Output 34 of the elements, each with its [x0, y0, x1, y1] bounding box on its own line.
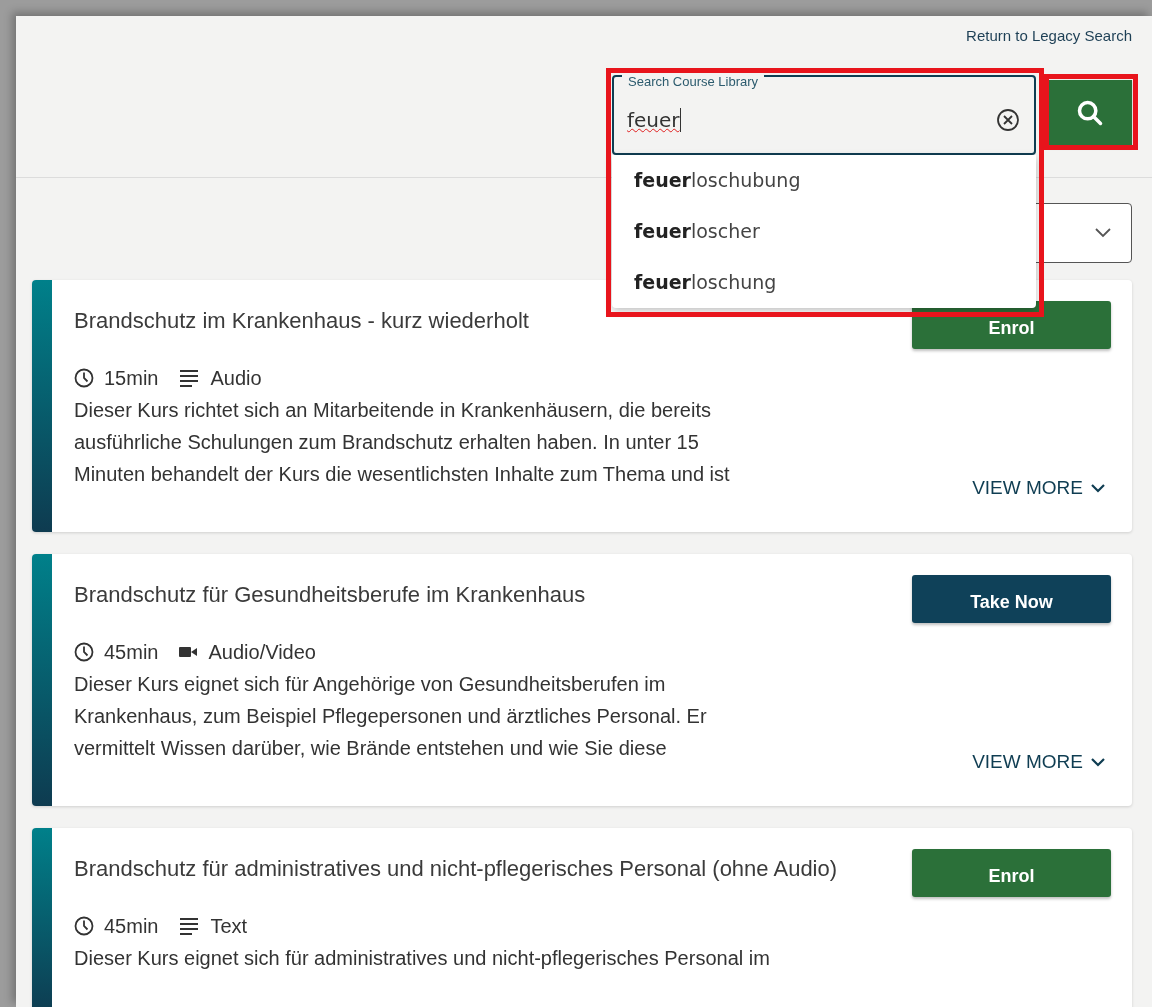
- search-field[interactable]: Search Course Library feuer: [612, 75, 1036, 155]
- clock-icon: [74, 368, 94, 388]
- media-type-text: Audio: [210, 366, 262, 390]
- course-title: Brandschutz für Gesundheitsberufe im Krankenhaus: [74, 581, 587, 609]
- lines-icon: [178, 369, 201, 387]
- video-camera-icon: [178, 645, 199, 659]
- view-more-button[interactable]: VIEW MORE: [972, 477, 1111, 499]
- duration-text: 15min: [104, 366, 159, 390]
- field-label: Search Course Library: [622, 74, 765, 89]
- chevron-down-icon: [1091, 757, 1105, 767]
- clock-icon: [74, 642, 94, 662]
- search-icon: [1076, 98, 1104, 127]
- media-type-text: Text: [210, 914, 248, 938]
- duration-text: 45min: [104, 640, 159, 664]
- take-now-button[interactable]: Take Now: [912, 575, 1111, 623]
- duration-text: 45min: [104, 914, 159, 938]
- course-title: Brandschutz im Krankenhaus - kurz wiederholt: [74, 307, 530, 335]
- clock-icon: [74, 916, 94, 936]
- media-type-text: Audio/Video: [208, 640, 316, 664]
- course-description: Dieser Kurs richtet sich an Mitarbeitende in Krankenhäusern, die bereits ausführliche Schulungen zum Brandschutz erhalten haben. In unter 15 Minuten behandelt der Kurs die wesentlichsten Inhalte zum Thema und ist: [74, 398, 731, 487]
- enrol-button[interactable]: Enrol: [912, 849, 1111, 897]
- chevron-down-icon: [1095, 228, 1111, 238]
- lines-icon: [178, 917, 201, 935]
- view-more-button[interactable]: VIEW MORE: [972, 751, 1111, 773]
- course-description: Dieser Kurs eignet sich für Angehörige von Gesundheitsberufen im Krankenhaus, zum Beispiel Pflegepersonen und ärztliches Personal. Er vermittelt Wissen darüber, wie Brände entstehen und wie Sie diese: [74, 672, 708, 761]
- course-description: Dieser Kurs eignet sich für administratives und nicht-pflegerisches Personal im: [74, 946, 771, 971]
- legacy-search-link[interactable]: Return to Legacy Search: [966, 26, 1132, 46]
- suggestion-item[interactable]: feuerloscher: [612, 206, 1036, 257]
- search-button[interactable]: [1048, 80, 1132, 145]
- chevron-down-icon: [1091, 483, 1105, 493]
- suggestion-item[interactable]: feuerloschubung: [612, 155, 1036, 206]
- course-title: Brandschutz für administratives und nicht-pflegerisches Personal (ohne Audio): [74, 855, 839, 883]
- search-value: feuer: [627, 108, 682, 132]
- clear-icon[interactable]: [996, 108, 1020, 132]
